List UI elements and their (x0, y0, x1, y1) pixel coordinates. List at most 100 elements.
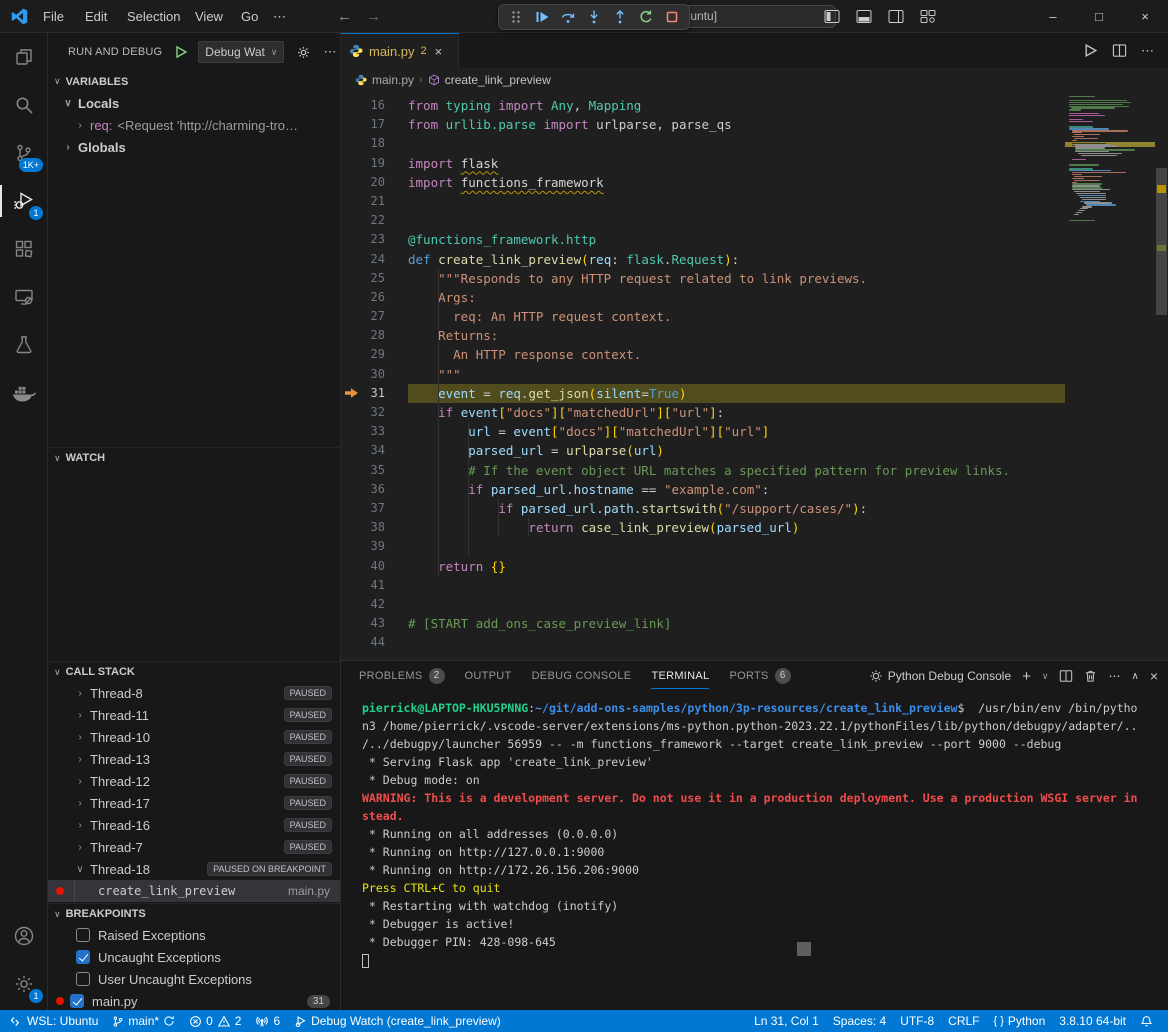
code-line-36[interactable]: 36 if parsed_url.hostname == "example.co… (341, 480, 1065, 499)
gutter[interactable] (341, 461, 361, 480)
panel-tab-ports[interactable]: PORTS6 (721, 661, 798, 691)
run-python-file-icon[interactable] (1083, 43, 1098, 58)
line-number[interactable]: 29 (361, 345, 385, 364)
code-line-32[interactable]: 32 if event["docs"]["matchedUrl"]["url"]… (341, 403, 1065, 422)
line-number[interactable]: 17 (361, 115, 385, 134)
gutter[interactable] (341, 518, 361, 537)
gutter[interactable] (341, 173, 361, 192)
code-line-19[interactable]: 19import flask (341, 154, 1065, 173)
debug-settings-gear-icon[interactable] (296, 45, 311, 60)
line-number[interactable]: 44 (361, 633, 385, 652)
code-line-30[interactable]: 30 """ (341, 365, 1065, 384)
watch-section-header[interactable]: ∨ WATCH (48, 447, 340, 468)
editor-more-actions-icon[interactable]: ⋯ (1141, 43, 1154, 59)
accounts-icon[interactable] (0, 912, 48, 960)
debug-continue-icon[interactable] (531, 6, 553, 28)
line-number[interactable]: 32 (361, 403, 385, 422)
maximize-button[interactable]: □ (1076, 0, 1122, 33)
panel-tab-terminal[interactable]: TERMINAL (643, 661, 717, 691)
globals-row[interactable]: › Globals (48, 136, 340, 158)
debug-step-over-icon[interactable] (557, 6, 579, 28)
ports-status[interactable]: 6 (248, 1010, 287, 1032)
remote-explorer-icon[interactable] (0, 273, 48, 321)
code-line-24[interactable]: 24def create_link_preview(req: flask.Req… (341, 250, 1065, 269)
gutter[interactable] (341, 96, 361, 115)
minimap[interactable] (1065, 92, 1155, 660)
checkbox[interactable] (76, 972, 90, 986)
gutter[interactable] (341, 211, 361, 230)
breadcrumb-file[interactable]: main.py (372, 73, 414, 87)
gutter[interactable] (341, 269, 361, 288)
gutter[interactable] (341, 480, 361, 499)
callstack-thread-thread-17[interactable]: ›Thread-17PAUSED (48, 792, 340, 814)
code-line-33[interactable]: 33 url = event["docs"]["matchedUrl"]["ur… (341, 422, 1065, 441)
callstack-thread-thread-11[interactable]: ›Thread-11PAUSED (48, 704, 340, 726)
variable-req-row[interactable]: › req: <Request 'http://charming-tro… (48, 114, 340, 136)
gutter[interactable] (341, 499, 361, 518)
extensions-icon[interactable] (0, 225, 48, 273)
code-line-34[interactable]: 34 parsed_url = urlparse(url) (341, 441, 1065, 460)
problems-status[interactable]: 0 2 (182, 1010, 248, 1032)
call-stack-section-header[interactable]: ∨ CALL STACK (48, 661, 340, 682)
gutter[interactable] (341, 288, 361, 307)
encoding[interactable]: UTF-8 (893, 1010, 941, 1032)
terminal-dropdown-icon[interactable]: ∨ (1042, 671, 1049, 682)
debug-config-dropdown[interactable]: Debug Wat ∨ (198, 41, 284, 63)
line-number[interactable]: 21 (361, 192, 385, 211)
remote-indicator[interactable]: WSL: Ubuntu (0, 1010, 105, 1032)
docker-icon[interactable] (0, 369, 48, 417)
line-number[interactable]: 27 (361, 307, 385, 326)
line-number[interactable]: 41 (361, 576, 385, 595)
toggle-sidebar-icon[interactable] (824, 9, 840, 24)
gutter[interactable] (341, 326, 361, 345)
debug-session-status[interactable]: Debug Watch (create_link_preview) (287, 1010, 508, 1032)
breadcrumb-symbol[interactable]: create_link_preview (445, 73, 551, 87)
menu-edit[interactable]: Edit (76, 0, 116, 33)
code-line-25[interactable]: 25 """Responds to any HTTP request relat… (341, 269, 1065, 288)
code-line-35[interactable]: 35 # If the event object URL matches a s… (341, 461, 1065, 480)
close-panel-icon[interactable]: × (1150, 668, 1158, 684)
line-number[interactable]: 34 (361, 441, 385, 460)
gutter[interactable] (341, 576, 361, 595)
gutter[interactable] (341, 441, 361, 460)
gutter[interactable] (341, 307, 361, 326)
breadcrumb[interactable]: main.py › create_link_preview (341, 68, 1168, 92)
code-line-21[interactable]: 21 (341, 192, 1065, 211)
menu-selection[interactable]: Selection (118, 0, 189, 33)
menu-view[interactable]: View (186, 0, 232, 33)
line-number[interactable]: 28 (361, 326, 385, 345)
line-number[interactable]: 20 (361, 173, 385, 192)
debug-step-out-icon[interactable] (609, 6, 631, 28)
code-line-28[interactable]: 28 Returns: (341, 326, 1065, 345)
stack-frame-row[interactable]: create_link_preview main.py (48, 880, 340, 902)
run-and-debug-icon[interactable]: 1 (0, 177, 48, 225)
terminal-output[interactable]: pierrick@LAPTOP-HKU5PNNG:~/git/add-ons-s… (362, 699, 1160, 1004)
breakpoints-section-header[interactable]: ∨ BREAKPOINTS (48, 903, 340, 924)
line-number[interactable]: 19 (361, 154, 385, 173)
customize-layout-icon[interactable] (920, 9, 936, 24)
terminal-scrollbar-thumb[interactable] (797, 942, 811, 956)
line-number[interactable]: 37 (361, 499, 385, 518)
gutter[interactable] (341, 134, 361, 153)
sidebar-more-actions-icon[interactable]: ⋯ (323, 44, 336, 60)
panel-tab-problems[interactable]: PROBLEMS2 (351, 661, 453, 691)
breakpoint-raised-exceptions[interactable]: Raised Exceptions (48, 924, 340, 946)
code-line-43[interactable]: 43# [START add_ons_case_preview_link] (341, 614, 1065, 633)
cursor-position[interactable]: Ln 31, Col 1 (747, 1010, 826, 1032)
new-terminal-icon[interactable]: + (1022, 668, 1031, 685)
code-line-17[interactable]: 17from urllib.parse import urlparse, par… (341, 115, 1065, 134)
gutter[interactable] (341, 614, 361, 633)
toggle-secondary-sidebar-icon[interactable] (888, 9, 904, 24)
line-number[interactable]: 24 (361, 250, 385, 269)
gutter[interactable] (341, 422, 361, 441)
gutter[interactable] (341, 365, 361, 384)
line-number[interactable]: 43 (361, 614, 385, 633)
command-center[interactable]: Ubuntu] (672, 5, 836, 28)
language-mode[interactable]: { } Python (987, 1010, 1053, 1032)
line-number[interactable]: 38 (361, 518, 385, 537)
debug-step-into-icon[interactable] (583, 6, 605, 28)
source-control-icon[interactable]: 1K+ (0, 129, 48, 177)
notifications-bell[interactable] (1133, 1010, 1160, 1032)
gutter[interactable] (341, 192, 361, 211)
line-number[interactable]: 31 (361, 384, 385, 403)
